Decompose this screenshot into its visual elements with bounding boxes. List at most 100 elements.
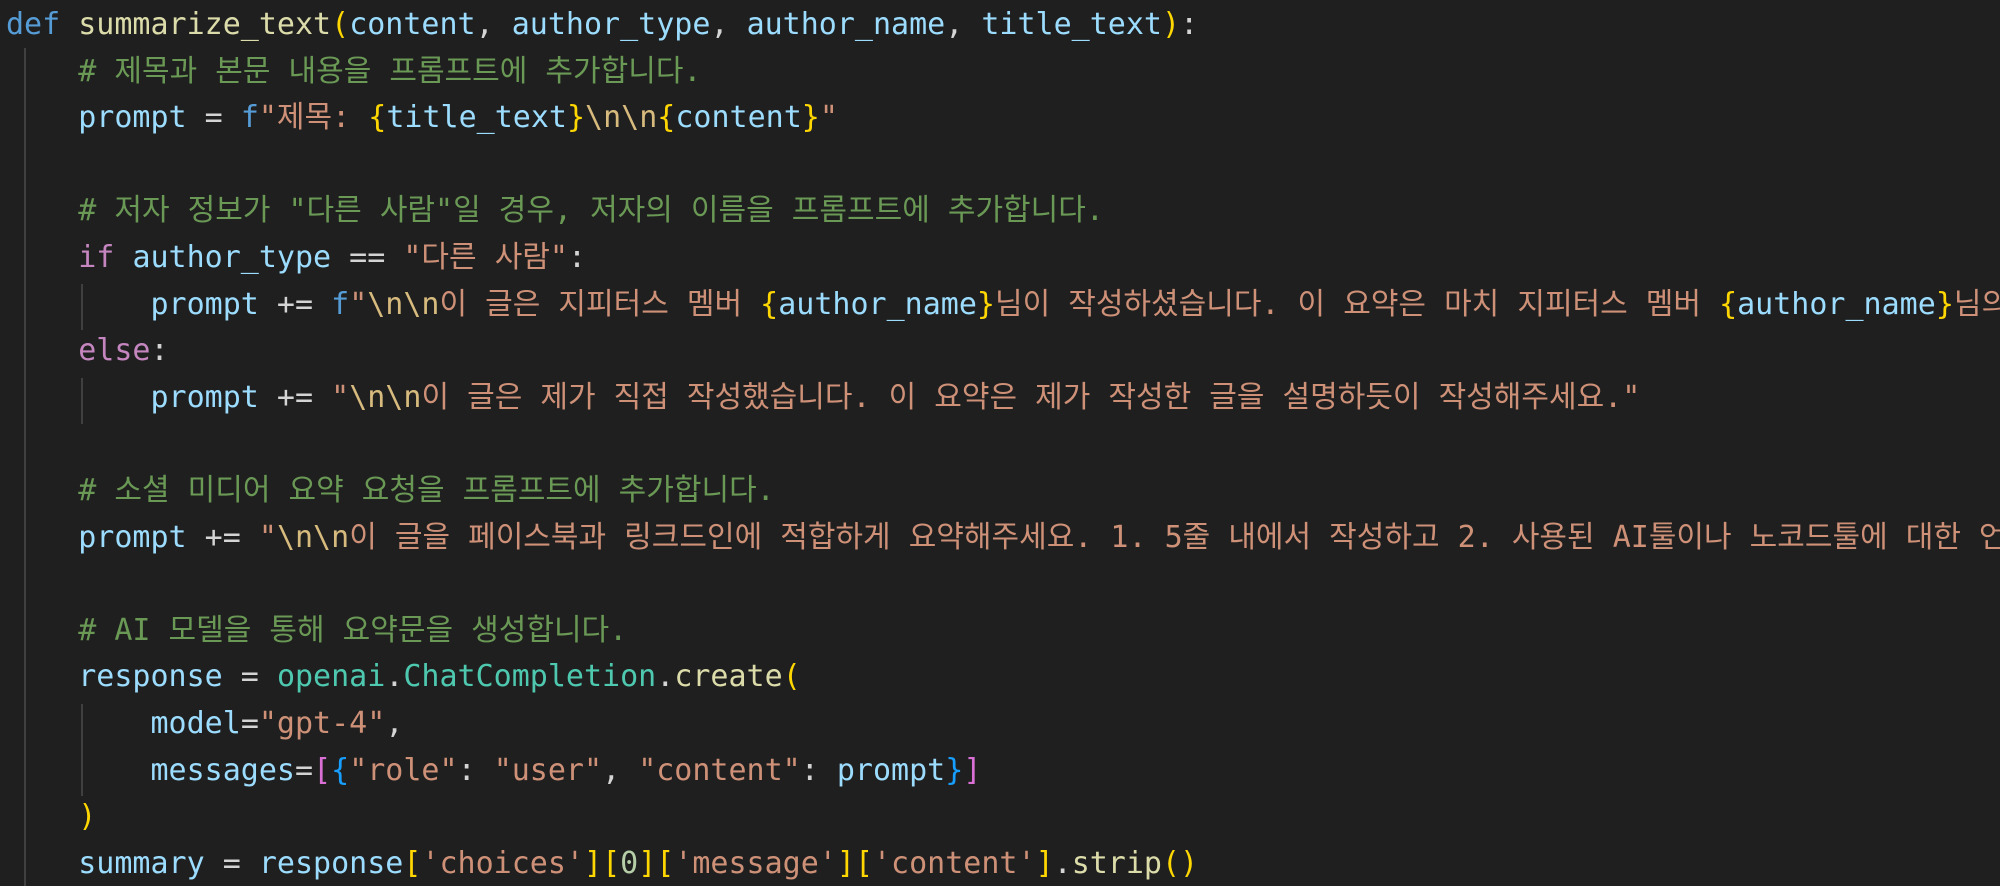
code-token: (): [1162, 845, 1199, 881]
code-token: prompt: [78, 519, 187, 555]
code-token: [: [656, 845, 675, 881]
code-token: =: [186, 100, 241, 136]
code-token: \n\n: [367, 286, 440, 322]
code-token: \n\n: [349, 379, 422, 415]
code-line[interactable]: response = openai.ChatCompletion.create(: [6, 654, 801, 700]
code-token: {: [331, 752, 350, 788]
code-token: ,: [710, 7, 747, 42]
code-line[interactable]: ): [6, 794, 96, 840]
code-line[interactable]: prompt += "\n\n이 글을 페이스북과 링크드인에 적합하게 요약해…: [6, 515, 2000, 561]
code-token: =: [240, 706, 259, 741]
code-line[interactable]: model="gpt-4",: [6, 701, 404, 747]
code-token: prompt: [150, 379, 259, 415]
code-token: }: [976, 286, 995, 322]
code-token: def: [6, 7, 61, 42]
code-line[interactable]: prompt += "\n\n이 글은 제가 직접 작성했습니다. 이 요약은 …: [6, 375, 1641, 421]
code-line[interactable]: if author_type == "다른 사람":: [6, 235, 586, 281]
code-line[interactable]: # AI 모델을 통해 요약문을 생성합니다.: [6, 608, 627, 654]
code-token: strip: [1071, 845, 1162, 881]
code-token: }: [1935, 286, 1954, 322]
code-token: 이 글을 페이스북과 링크드인에 적합하게 요약해주세요. 1. 5줄 내에서 …: [349, 519, 2000, 555]
code-token: # 소셜 미디어 요약 요청을 프롬프트에 추가합니다.: [78, 473, 775, 508]
code-token: author_type: [511, 7, 711, 42]
code-line[interactable]: # 소셜 미디어 요약 요청을 프롬프트에 추가합니다.: [6, 468, 775, 514]
code-token: .: [656, 659, 675, 695]
code-line[interactable]: else:: [6, 328, 169, 374]
code-token: title_text: [386, 100, 567, 136]
code-token: title_text: [981, 7, 1162, 42]
code-token: f: [240, 100, 259, 136]
code-line[interactable]: # 제목과 본문 내용을 프롬프트에 추가합니다.: [6, 49, 701, 95]
code-token: ]: [638, 845, 657, 881]
code-token: summarize_text: [78, 7, 332, 42]
code-token: ): [1162, 7, 1181, 42]
code-line[interactable]: def summarize_text(content, author_type,…: [6, 2, 1198, 48]
code-token: =: [222, 659, 277, 695]
code-line[interactable]: prompt += f"\n\n이 글은 지피터스 멤버 {author_nam…: [6, 282, 2000, 328]
code-token: "제목:: [258, 100, 369, 136]
code-token: if: [78, 240, 115, 275]
code-line[interactable]: # 저자 정보가 "다른 사람"일 경우, 저자의 이름을 프롬프트에 추가합니…: [6, 188, 1104, 234]
code-token: ChatCompletion: [403, 659, 657, 695]
code-token: {: [760, 286, 779, 322]
code-token: author_name: [1737, 286, 1936, 322]
code-token: prompt: [836, 752, 946, 788]
code-token: "gpt-4": [258, 706, 386, 741]
code-token: author_name: [746, 7, 946, 42]
code-line[interactable]: summary = response['choices'][0]['messag…: [6, 841, 1198, 886]
code-line[interactable]: messages=[{"role": "user", "content": pr…: [6, 748, 982, 794]
code-token: :: [150, 333, 169, 369]
code-token: "content": [638, 752, 801, 788]
code-token: openai: [276, 659, 386, 695]
code-token: 님이 작성하셨습니다. 이 요약은 마치 지피터스 멤버: [994, 286, 1720, 322]
code-token: ": [258, 519, 277, 555]
code-token: "다른 사람": [403, 240, 568, 275]
code-line[interactable]: prompt = f"제목: {title_text}\n\n{content}…: [6, 95, 838, 141]
code-token: author_name: [778, 286, 977, 322]
code-token: 이 글은 지피터스 멤버: [439, 286, 761, 322]
code-token: ,: [602, 752, 639, 788]
code-token: {: [1719, 286, 1738, 322]
code-token: ]: [584, 845, 603, 881]
code-token: summary: [78, 845, 205, 881]
code-token: +=: [186, 519, 259, 555]
code-token: =: [204, 845, 259, 881]
code-token: 이 글은 제가 직접 작성했습니다. 이 요약은 제가 작성한 글을 설명하듯이…: [421, 379, 1641, 415]
code-token: ==: [331, 240, 404, 275]
code-token: 'message': [674, 845, 837, 881]
code-token: author_type: [132, 240, 332, 275]
code-token: content: [675, 100, 802, 136]
code-token: "role": [349, 752, 458, 788]
code-token: .: [385, 659, 404, 695]
code-token: \n\n: [276, 519, 350, 555]
code-token: # 제목과 본문 내용을 프롬프트에 추가합니다.: [78, 53, 702, 89]
code-token: [: [403, 845, 422, 881]
code-editor[interactable]: def summarize_text(content, author_type,…: [0, 0, 2000, 886]
code-token: model: [150, 706, 241, 741]
code-token: # AI 모델을 통해 요약문을 생성합니다.: [78, 612, 628, 648]
code-token: \n\n: [585, 100, 658, 136]
code-token: {: [657, 100, 676, 136]
code-token: content: [349, 7, 476, 42]
code-token: ,: [945, 7, 982, 42]
code-token: prompt: [78, 100, 187, 136]
code-token: ": [819, 100, 838, 136]
code-token: [: [854, 845, 873, 881]
code-token: :: [567, 240, 587, 275]
code-token: else: [78, 333, 151, 369]
